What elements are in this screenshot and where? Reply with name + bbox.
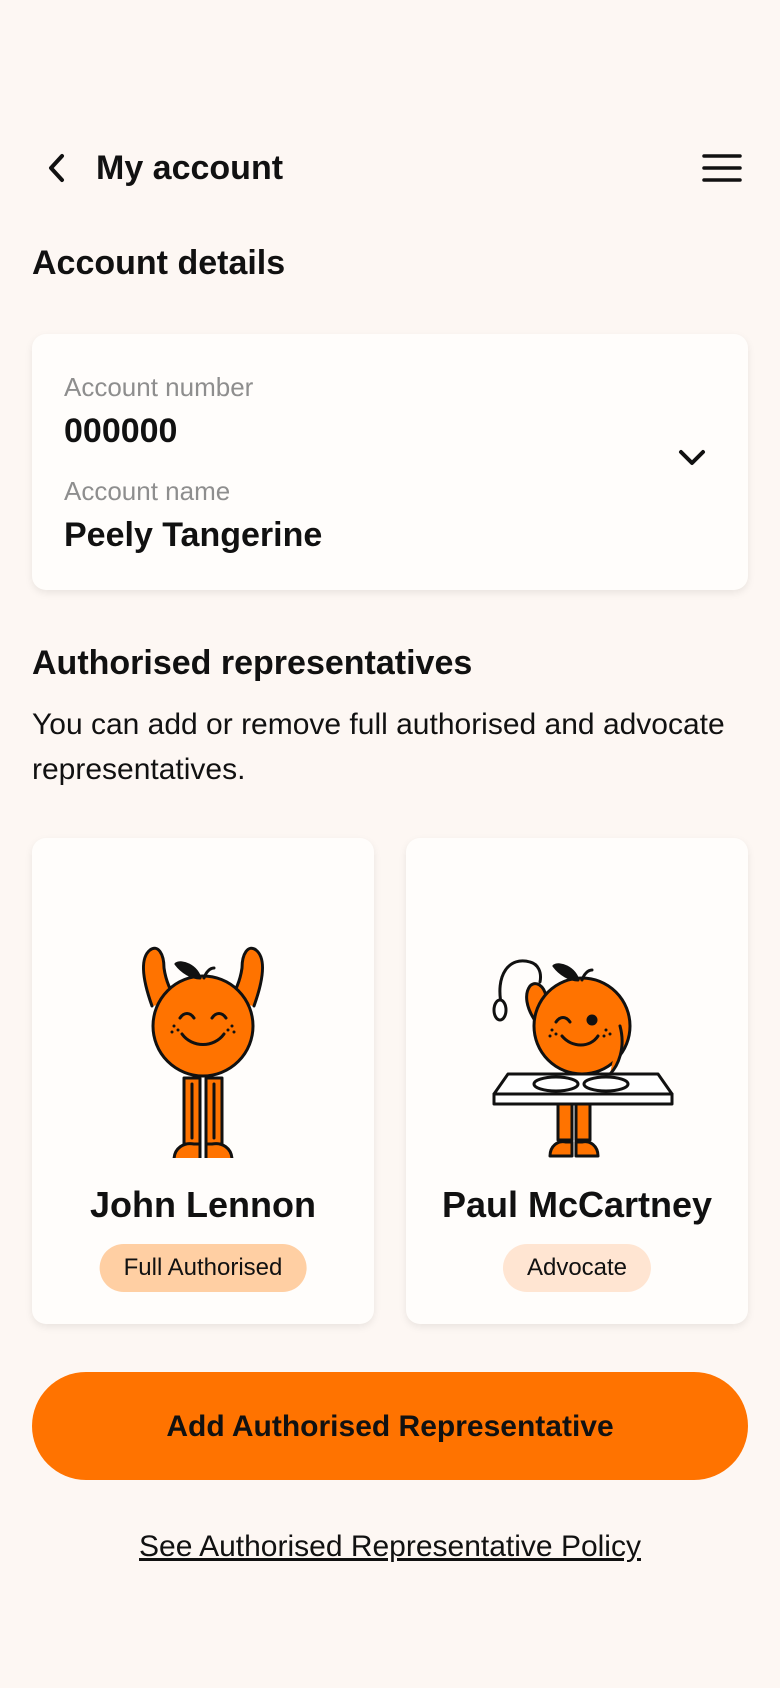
representative-card-john-lennon[interactable]: John Lennon Full Authorised <box>32 838 374 1324</box>
chevron-down-icon <box>679 450 705 465</box>
page-title: My account <box>96 149 284 187</box>
account-number-value: 000000 <box>64 412 178 450</box>
role-badge: Advocate <box>502 1244 652 1292</box>
expand-account-button[interactable] <box>674 442 710 472</box>
representatives-description: You can add or remove full authorised an… <box>32 708 725 786</box>
account-name-label: Account name <box>64 476 231 506</box>
tangerine-arms-up-icon <box>142 946 264 1158</box>
add-authorised-representative-button[interactable]: Add Authorised Representative <box>32 1372 748 1480</box>
representative-card-paul-mccartney[interactable]: Paul McCartney Advocate <box>406 838 748 1324</box>
representative-name: Paul McCartney <box>441 1184 713 1225</box>
account-details-heading: Account details <box>32 244 286 282</box>
account-card[interactable]: Account number 000000 Account name Peely… <box>32 334 748 590</box>
authorised-representatives-heading: Authorised representatives <box>32 644 473 682</box>
account-number-label: Account number <box>64 372 254 402</box>
menu-button[interactable] <box>702 150 742 186</box>
app-header: My account <box>0 140 780 194</box>
authorised-representative-policy-link[interactable]: See Authorised Representative Policy <box>0 1530 780 1564</box>
representative-name: John Lennon <box>90 1184 316 1225</box>
back-button[interactable] <box>38 148 78 188</box>
account-name-value: Peely Tangerine <box>64 516 323 554</box>
role-badge: Full Authorised <box>99 1244 307 1292</box>
chevron-left-icon <box>49 154 64 182</box>
tangerine-dj-icon <box>492 959 674 1158</box>
hamburger-menu-icon <box>702 154 742 182</box>
